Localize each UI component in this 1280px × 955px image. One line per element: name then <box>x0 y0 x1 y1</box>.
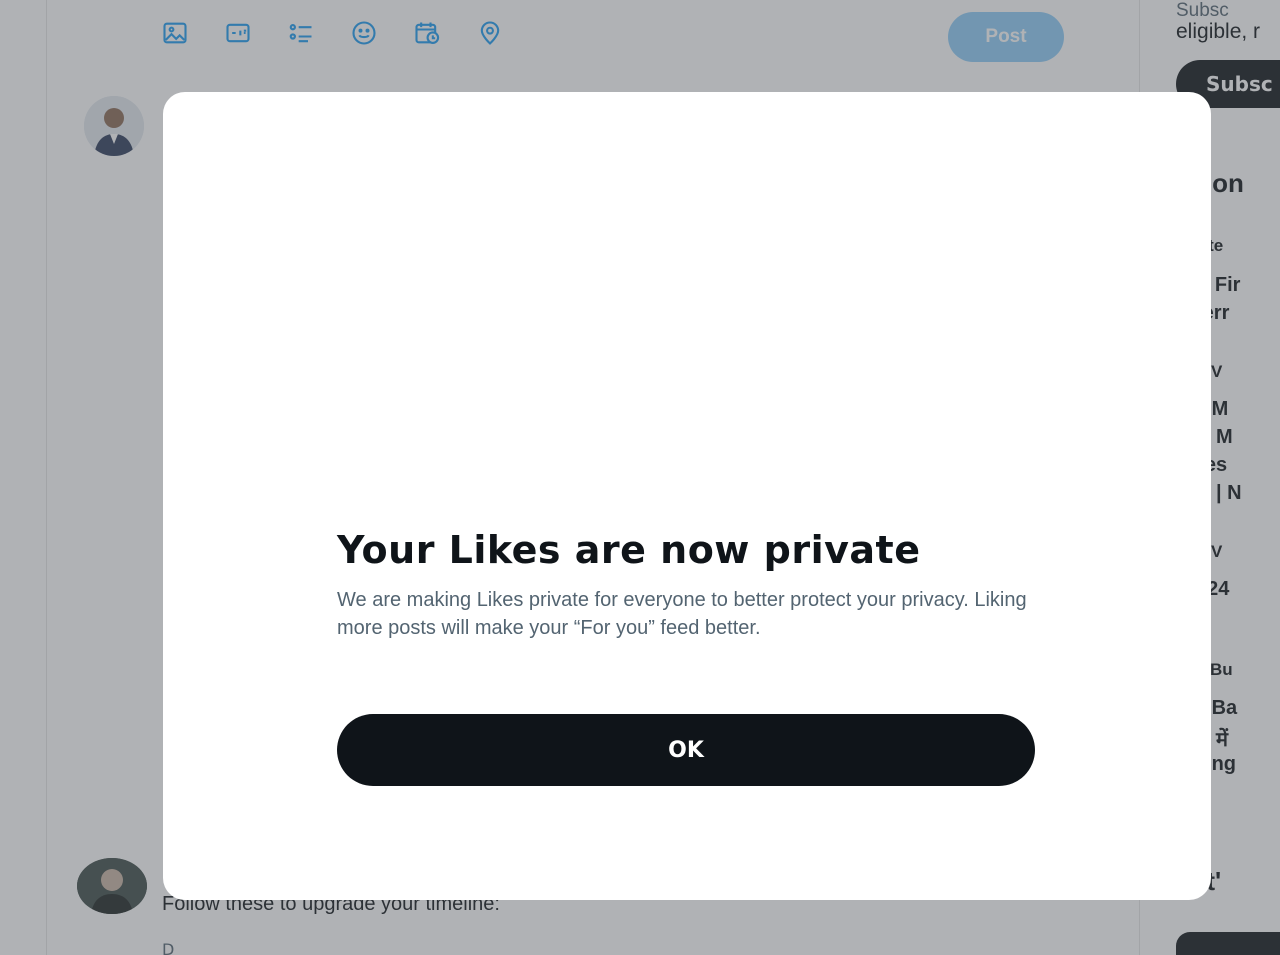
dialog-title: Your Likes are now private <box>337 528 921 572</box>
likes-private-dialog: Your Likes are now private We are making… <box>163 92 1211 900</box>
dialog-body: We are making Likes private for everyone… <box>337 589 1027 639</box>
app-window: Post Follow these to upgrade your timeli… <box>0 0 1280 955</box>
ok-button[interactable]: OK <box>337 714 1035 786</box>
